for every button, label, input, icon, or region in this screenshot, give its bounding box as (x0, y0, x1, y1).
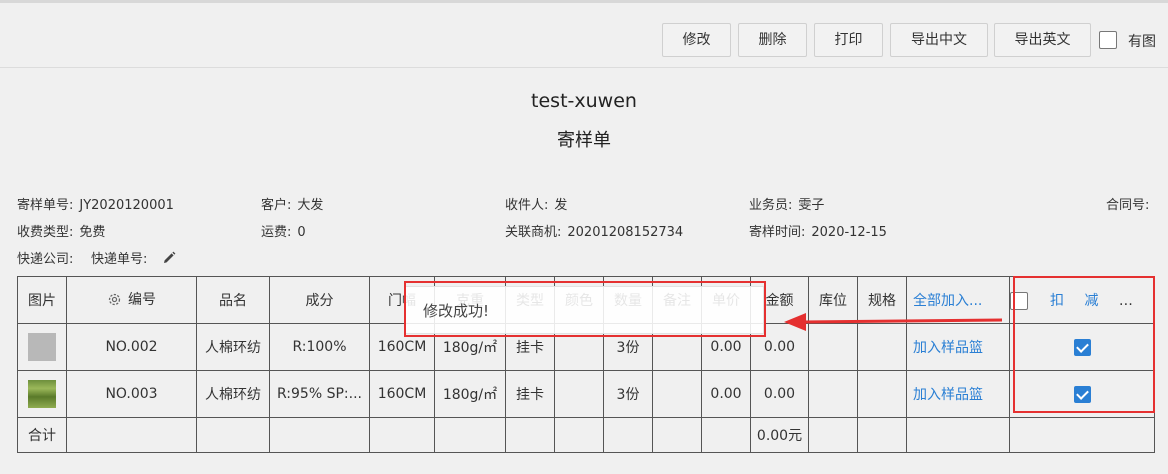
row-composition: R:100% (269, 323, 370, 371)
row-code: NO.003 (66, 370, 197, 418)
row-amount: 0.00 (750, 370, 809, 418)
total-amount: 0.00元 (750, 417, 809, 453)
row-weight: 180g/㎡ (434, 370, 506, 418)
contract-field: 合同号: (1106, 198, 1150, 213)
freight-field: 运费: 0 (261, 225, 306, 240)
document-title: 寄样单 (557, 130, 611, 151)
salesperson-field: 业务员: 雯子 (749, 198, 825, 213)
row-image-cell (17, 323, 67, 371)
export-english-button[interactable]: 导出英文 (994, 23, 1091, 57)
show-image-checkbox[interactable] (1099, 31, 1117, 49)
row-composition: R:95% SP:... (269, 370, 370, 418)
toast-highlight-box (404, 281, 766, 337)
row-code: NO.002 (66, 323, 197, 371)
edit-button[interactable]: 修改 (662, 23, 731, 57)
row-location (808, 370, 858, 418)
sample-no-field: 寄样单号: JY2020120001 (17, 198, 174, 213)
show-image-label: 有图 (1128, 34, 1156, 50)
deduct-stock-highlight-box (1013, 276, 1155, 413)
table-row: NO.003 人棉环纺 R:95% SP:... 160CM 180g/㎡ 挂卡… (17, 370, 1155, 418)
opportunity-field: 关联商机: 20201208152734 (505, 225, 684, 240)
row-width: 160CM (369, 370, 435, 418)
header-code: 编号 (66, 276, 197, 324)
gear-icon[interactable] (107, 292, 122, 311)
fabric-thumbnail[interactable] (28, 380, 56, 408)
header-name: 品名 (196, 276, 270, 324)
row-qty: 3份 (603, 370, 653, 418)
total-row: 合计 0.00元 (17, 417, 1155, 453)
recipient-field: 收件人: 发 (505, 198, 568, 213)
annotation-arrow-icon (784, 313, 1003, 331)
row-spec (857, 370, 907, 418)
header-image: 图片 (17, 276, 67, 324)
export-chinese-button[interactable]: 导出中文 (890, 23, 988, 57)
row-name: 人棉环纺 (196, 323, 270, 371)
header-composition: 成分 (269, 276, 370, 324)
row-image-cell (17, 370, 67, 418)
delete-button[interactable]: 删除 (738, 23, 807, 57)
company-name: test-xuwen (531, 90, 637, 112)
row-type: 挂卡 (505, 370, 555, 418)
toolbar: 修改 删除 打印 导出中文 导出英文 有图 (0, 3, 1168, 68)
row-color (554, 370, 604, 418)
add-to-basket-link[interactable]: 加入样品篮 (906, 370, 1010, 418)
row-name: 人棉环纺 (196, 370, 270, 418)
row-price: 0.00 (701, 370, 751, 418)
fee-type-field: 收费类型: 免费 (17, 225, 106, 240)
courier-field: 快递公司: (17, 252, 74, 267)
send-time-field: 寄样时间: 2020-12-15 (749, 225, 887, 240)
pencil-icon[interactable] (162, 251, 176, 269)
customer-field: 客户: 大发 (261, 198, 324, 213)
tracking-field: 快递单号: (91, 248, 176, 269)
row-remark (652, 370, 702, 418)
total-label: 合计 (17, 417, 67, 453)
header-code-label: 编号 (128, 292, 156, 308)
fabric-thumbnail[interactable] (28, 333, 56, 361)
print-button[interactable]: 打印 (814, 23, 883, 57)
